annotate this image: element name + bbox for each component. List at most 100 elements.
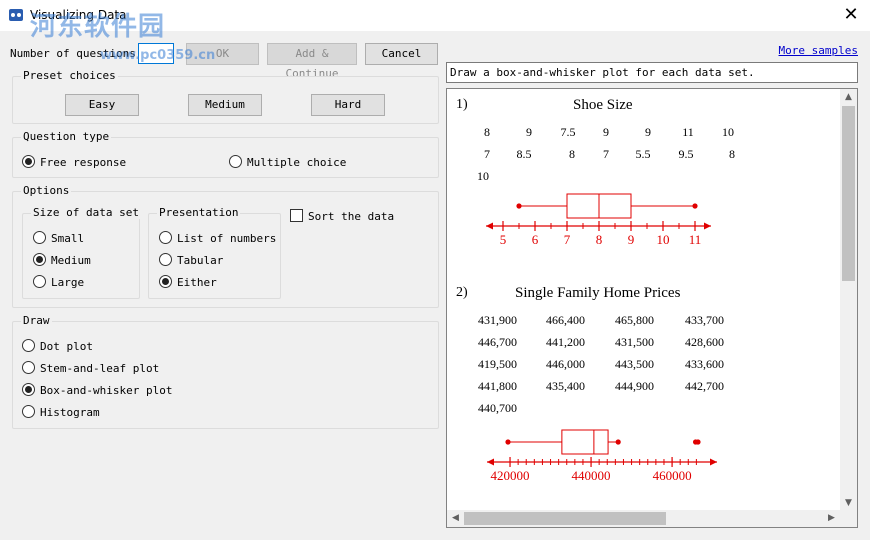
tabular-radio[interactable]: Tabular <box>159 253 223 267</box>
p1-value: 5.5 <box>635 147 651 161</box>
axis-tick-label: 460000 <box>653 468 692 483</box>
p1-value: 11 <box>682 125 694 139</box>
either-radio[interactable]: Either <box>159 275 217 289</box>
axis-left-arrow <box>486 222 493 230</box>
p1-value: 10 <box>477 169 489 183</box>
p2-value: 466,400 <box>546 313 585 327</box>
vertical-scrollbar[interactable]: ▲ ▼ <box>840 89 857 512</box>
histogram-radio[interactable]: Histogram <box>22 405 100 419</box>
p1-value: 10 <box>722 125 734 139</box>
size-small-label: Small <box>51 232 85 245</box>
add-continue-button[interactable]: Add & Continue <box>267 43 357 80</box>
axis-tick-label: 9 <box>628 232 635 247</box>
radio-dot <box>229 155 242 168</box>
instruction-text: Draw a box-and-whisker plot for each dat… <box>446 62 858 83</box>
draw-title: Draw <box>21 314 52 327</box>
hard-button[interactable]: Hard <box>311 94 385 116</box>
more-samples-link[interactable]: More samples <box>779 44 858 57</box>
radio-dot <box>159 231 172 244</box>
easy-button[interactable]: Easy <box>65 94 139 116</box>
radio-dot <box>22 383 35 396</box>
p2-value: 441,800 <box>478 379 517 393</box>
p2-value: 431,900 <box>478 313 517 327</box>
radio-dot <box>33 275 46 288</box>
iqr-box <box>561 429 609 455</box>
medium-button[interactable]: Medium <box>188 94 262 116</box>
dot-plot-radio[interactable]: Dot plot <box>22 339 93 353</box>
scroll-left-icon[interactable]: ◀ <box>447 510 464 527</box>
p1-value: 9.5 <box>678 147 694 161</box>
problem-2-number: 2) <box>456 285 468 300</box>
p2-value: 419,500 <box>478 357 517 371</box>
p1-value: 7 <box>603 147 609 161</box>
radio-dot <box>33 253 46 266</box>
p2-value: 433,700 <box>685 313 724 327</box>
p2-value: 444,900 <box>615 379 654 393</box>
scroll-right-icon[interactable]: ▶ <box>823 510 840 527</box>
list-of-numbers-label: List of numbers <box>177 232 277 245</box>
axis-left-arrow <box>487 458 494 466</box>
radio-dot <box>22 405 35 418</box>
problem-2-box-plot: 420000 440000 460000 <box>487 429 717 483</box>
p2-value: 435,400 <box>546 379 585 393</box>
problem-1-title: Shoe Size <box>573 97 633 113</box>
free-response-label: Free response <box>40 156 127 169</box>
draw-group: Draw Dot plot Stem-and-leaf plot Box-and… <box>12 314 439 429</box>
title-bar: Visualizing Data ✕ <box>0 0 870 31</box>
axis-tick-label: 7 <box>564 232 571 247</box>
size-title: Size of data set <box>31 206 141 219</box>
stem-leaf-label: Stem-and-leaf plot <box>40 362 160 375</box>
size-group: Size of data set Small Medium Large <box>22 206 141 299</box>
horizontal-scrollbar[interactable]: ◀ ▶ <box>447 510 857 527</box>
sort-data-checkbox[interactable]: Sort the data <box>290 209 394 223</box>
axis-tick-label: 11 <box>689 232 702 247</box>
max-point <box>692 203 698 209</box>
free-response-radio[interactable]: Free response <box>22 155 126 169</box>
radio-dot <box>22 361 35 374</box>
p2-value: 446,700 <box>478 335 517 349</box>
cancel-button[interactable]: Cancel <box>365 43 438 65</box>
p1-value: 8 <box>729 147 735 161</box>
size-medium-radio[interactable]: Medium <box>33 253 91 267</box>
question-type-group: Question type Free response Multiple cho… <box>12 130 439 178</box>
p2-value: 433,600 <box>685 357 724 371</box>
list-of-numbers-radio[interactable]: List of numbers <box>159 231 276 245</box>
size-small-radio[interactable]: Small <box>33 231 84 245</box>
close-button[interactable]: ✕ <box>838 3 864 27</box>
radio-dot <box>22 155 35 168</box>
size-medium-label: Medium <box>51 254 91 267</box>
p2-value: 442,700 <box>685 379 724 393</box>
multiple-choice-label: Multiple choice <box>247 156 347 169</box>
window-title: Visualizing Data <box>30 8 127 22</box>
multiple-choice-radio[interactable]: Multiple choice <box>229 155 346 169</box>
axis-right-arrow <box>710 458 717 466</box>
min-point <box>516 203 522 209</box>
ok-button[interactable]: OK <box>186 43 259 65</box>
box-whisker-label: Box-and-whisker plot <box>40 384 173 397</box>
stem-leaf-radio[interactable]: Stem-and-leaf plot <box>22 361 159 375</box>
box-whisker-radio[interactable]: Box-and-whisker plot <box>22 383 172 397</box>
num-questions-input[interactable] <box>138 43 174 64</box>
min-point <box>505 439 511 445</box>
p2-value: 446,000 <box>546 357 585 371</box>
problem-1-box-plot: 5 6 7 8 9 10 11 <box>486 193 711 247</box>
options-group: Options Size of data set Small Medium La… <box>12 184 439 308</box>
checkbox-box <box>290 209 303 222</box>
dot-plot-label: Dot plot <box>40 340 93 353</box>
tabular-label: Tabular <box>177 254 224 267</box>
p1-value: 9 <box>603 125 609 139</box>
size-large-radio[interactable]: Large <box>33 275 84 289</box>
axis-right-arrow <box>704 222 711 230</box>
p2-value: 441,200 <box>546 335 585 349</box>
horizontal-scroll-thumb[interactable] <box>464 512 666 525</box>
p1-value: 8 <box>569 147 575 161</box>
vertical-scroll-thumb[interactable] <box>842 106 855 281</box>
radio-dot <box>159 253 172 266</box>
presentation-title: Presentation <box>157 206 241 219</box>
num-questions-label: Number of questions: <box>10 47 143 60</box>
axis-tick-label: 5 <box>500 232 507 247</box>
p2-value: 431,500 <box>615 335 654 349</box>
preset-group: Preset choices Easy Medium Hard <box>12 69 439 124</box>
worksheet-viewer[interactable]: 1) Shoe Size 8 9 7.5 9 9 11 10 7 8.5 8 7… <box>446 88 858 528</box>
scroll-up-icon[interactable]: ▲ <box>840 89 857 106</box>
